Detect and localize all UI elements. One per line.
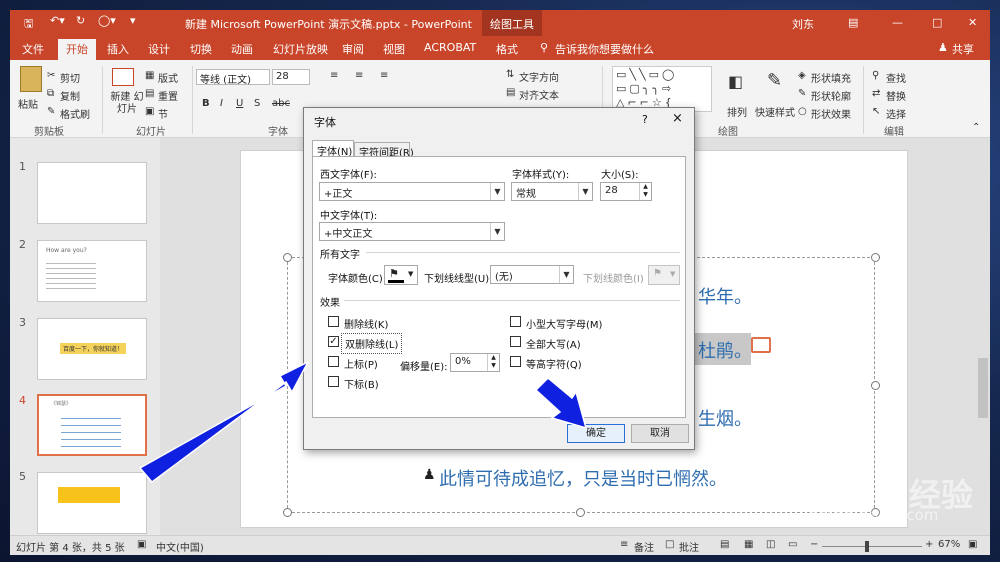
arrow-to-double-strikethrough (138, 360, 310, 484)
arrow-to-ok-button (534, 376, 588, 430)
watermark-url: jingyan.baidu.com (800, 506, 939, 524)
